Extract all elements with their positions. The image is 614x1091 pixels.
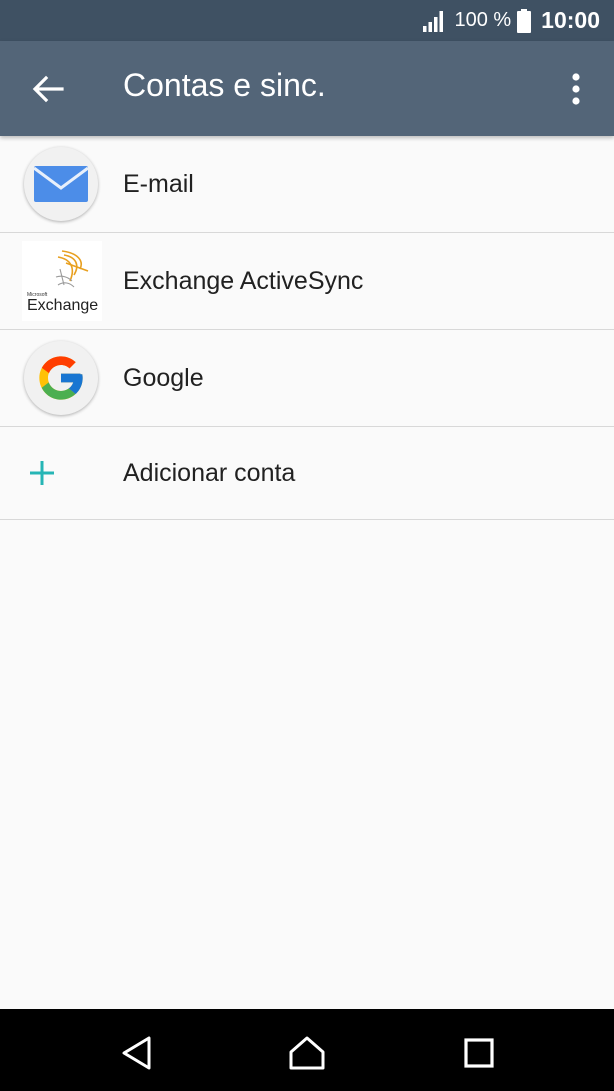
microsoft-exchange-logo-icon: Microsoft Exchange (22, 241, 102, 321)
nav-back-icon[interactable] (118, 1033, 158, 1073)
email-envelope-icon (24, 147, 98, 221)
add-account-label: Adicionar conta (123, 458, 296, 487)
nav-home-icon[interactable] (287, 1033, 327, 1073)
account-label: Exchange ActiveSync (123, 266, 364, 295)
back-arrow-icon[interactable] (28, 71, 68, 107)
add-account-button[interactable]: Adicionar conta (0, 427, 614, 520)
app-bar: Contas e sinc. (0, 41, 614, 136)
battery-icon (517, 8, 532, 33)
exchange-logo-text: Exchange (27, 297, 98, 314)
overflow-menu-icon[interactable] (560, 69, 592, 109)
nav-recents-icon[interactable] (459, 1033, 499, 1073)
plus-icon (30, 461, 54, 485)
page-title: Contas e sinc. (123, 67, 326, 103)
clock: 10:00 (541, 7, 600, 33)
battery-percent: 100 % (454, 9, 512, 31)
google-g-icon (24, 341, 98, 415)
account-item-email[interactable]: E-mail (0, 136, 614, 233)
account-item-google[interactable]: Google (0, 330, 614, 427)
signal-icon (423, 10, 444, 32)
status-bar: 100 % 10:00 (0, 0, 614, 41)
account-item-exchange[interactable]: Microsoft Exchange Exchange ActiveSync (0, 233, 614, 330)
account-label: E-mail (123, 169, 194, 198)
navigation-bar (0, 1009, 614, 1091)
account-label: Google (123, 363, 204, 392)
accounts-list: E-mail Microsoft Exchange Exchange Activ… (0, 136, 614, 520)
